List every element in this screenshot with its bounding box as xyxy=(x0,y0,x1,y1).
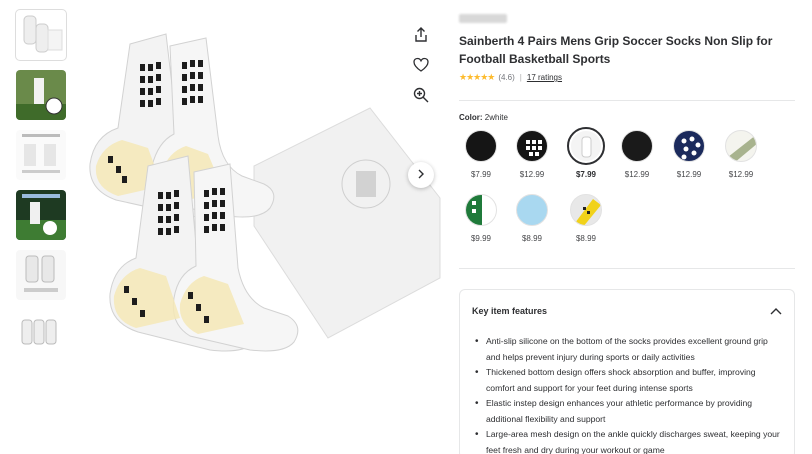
feature-item: Thickened bottom design offers shock abs… xyxy=(472,365,782,396)
feature-item: Large-area mesh design on the ankle quic… xyxy=(472,427,782,454)
zoom-icon[interactable] xyxy=(408,82,434,108)
swatch-price: $8.99 xyxy=(575,234,597,243)
product-title: Sainberth 4 Pairs Mens Grip Soccer Socks… xyxy=(459,34,773,66)
key-features-list: Anti-slip silicone on the bottom of the … xyxy=(472,334,782,454)
swatch-black[interactable]: $7.99 xyxy=(461,130,501,179)
rating-row: ★★★★★ (4.6) | 17 ratings xyxy=(459,72,799,83)
key-features-title: Key item features xyxy=(472,306,548,316)
swatch-navy-white-dots[interactable]: $12.99 xyxy=(669,130,709,179)
key-features-panel: Key item features Anti-slip silicone on … xyxy=(459,289,795,454)
swatch-price: $8.99 xyxy=(521,234,543,243)
key-features-header[interactable]: Key item features xyxy=(472,302,782,320)
swatch-white-green[interactable]: $12.99 xyxy=(721,130,761,179)
thumbnail-strip xyxy=(15,9,68,370)
rating-separator: | xyxy=(519,73,522,82)
packaging-card-image xyxy=(253,107,441,339)
thumbnail-3[interactable] xyxy=(16,130,66,180)
chevron-up-icon[interactable] xyxy=(770,302,782,320)
thumbnail-1[interactable] xyxy=(15,9,67,61)
thumbnail-5[interactable] xyxy=(16,250,66,300)
divider xyxy=(459,268,795,269)
swatch-light-blue[interactable]: $8.99 xyxy=(512,194,552,243)
brand-link-blurred[interactable] xyxy=(459,14,507,23)
rating-stars: ★★★★★ xyxy=(459,72,495,82)
next-image-button[interactable] xyxy=(408,162,434,188)
swatch-black-2[interactable]: $12.99 xyxy=(617,130,657,179)
feature-item: Anti-slip silicone on the bottom of the … xyxy=(472,334,782,365)
swatch-price: $12.99 xyxy=(728,170,754,179)
swatch-price: $12.99 xyxy=(624,170,650,179)
color-label: Color: 2white xyxy=(459,113,508,122)
thumbnail-4[interactable] xyxy=(16,190,66,240)
thumbnail-6[interactable] xyxy=(16,310,66,360)
swatch-yellow-black[interactable]: $8.99 xyxy=(566,194,606,243)
chevron-right-icon xyxy=(416,166,426,184)
swatch-white[interactable]: $7.99 xyxy=(566,127,606,179)
swatch-price: $9.99 xyxy=(470,234,492,243)
swatch-price: $12.99 xyxy=(519,170,545,179)
swatch-price: $7.99 xyxy=(470,170,492,179)
swatch-price: $12.99 xyxy=(676,170,702,179)
ratings-count-link[interactable]: 17 ratings xyxy=(527,73,562,82)
heart-icon[interactable] xyxy=(408,52,434,78)
divider xyxy=(459,100,795,101)
feature-item: Elastic instep design enhances your athl… xyxy=(472,396,782,427)
image-actions xyxy=(408,22,434,112)
swatch-green-white[interactable]: $9.99 xyxy=(461,194,501,243)
color-label-prefix: Color: xyxy=(459,113,483,122)
color-selected-value: 2white xyxy=(484,113,508,122)
swatch-black-white-dots[interactable]: $12.99 xyxy=(512,130,552,179)
rating-value: (4.6) xyxy=(498,73,515,82)
share-icon[interactable] xyxy=(408,22,434,48)
product-info: Sainberth 4 Pairs Mens Grip Soccer Socks… xyxy=(459,14,799,83)
thumbnail-2[interactable] xyxy=(16,70,66,120)
swatch-price: $7.99 xyxy=(575,170,597,179)
main-product-image[interactable] xyxy=(78,16,448,366)
